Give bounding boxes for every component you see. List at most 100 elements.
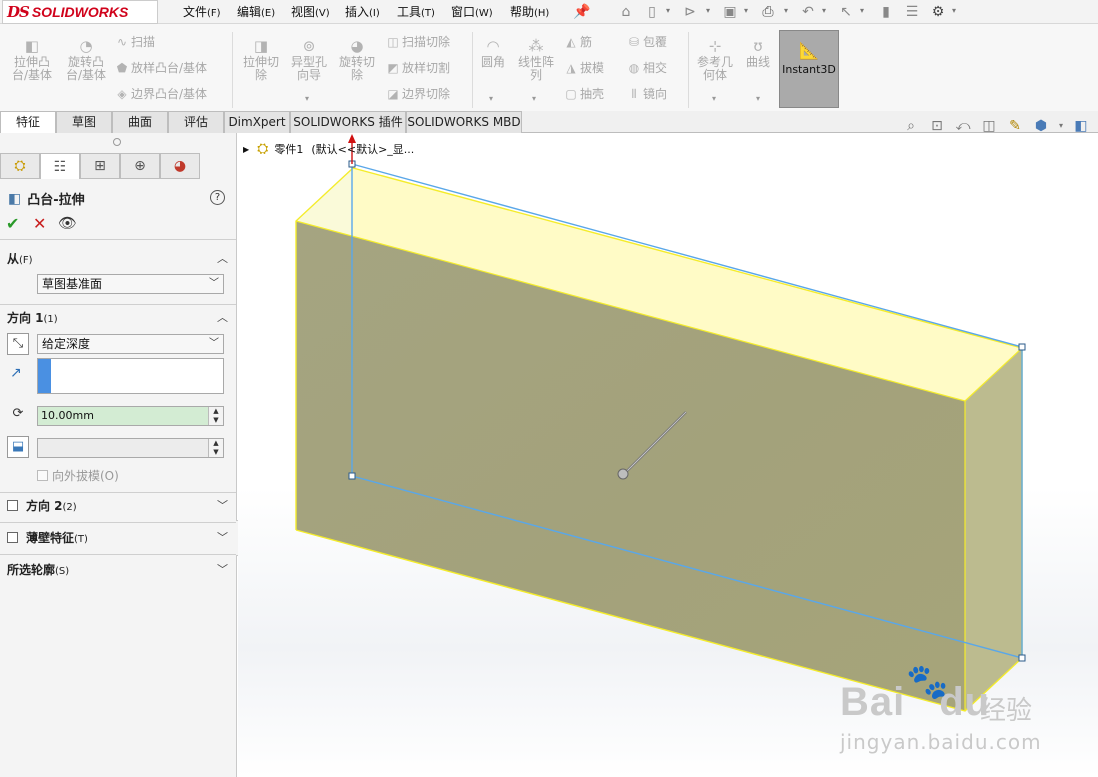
new-dropdown-icon[interactable]: ▾ xyxy=(666,6,670,15)
flyout-feature-tree[interactable]: ▶ ⛭ 零件1 (默认<<默认>_显... xyxy=(243,141,414,157)
preview-eye-icon[interactable]: 👁 xyxy=(58,214,77,232)
file-properties-icon[interactable]: ☰ xyxy=(902,2,922,22)
group-direction2-key: (2) xyxy=(62,502,77,513)
reference-geometry-dropdown-icon[interactable]: ▾ xyxy=(712,94,716,103)
intersect-button[interactable]: ◍ 相交 xyxy=(625,58,667,78)
home-icon[interactable]: ⌂ xyxy=(616,2,636,22)
options-gear-icon[interactable]: ⚙ xyxy=(928,2,948,22)
solidworks-logo[interactable]: DS SOLIDWORKS xyxy=(2,0,158,24)
group-contours-header[interactable]: 所选轮廓(S) ﹀ xyxy=(0,559,236,581)
print-icon[interactable]: ⎙ xyxy=(758,2,778,22)
boundary-boss-button[interactable]: ◈ 边界凸台/基体 xyxy=(113,84,207,104)
undo-icon[interactable]: ↶ xyxy=(798,2,818,22)
panel-grip-icon[interactable] xyxy=(113,138,121,146)
curves-button[interactable]: ʊ 曲线 xyxy=(738,28,778,69)
options-dropdown-icon[interactable]: ▾ xyxy=(952,6,956,15)
tab-addins[interactable]: SOLIDWORKS 插件 xyxy=(290,111,406,133)
tab-sketch[interactable]: 草图 xyxy=(56,111,112,133)
draft-toggle-icon[interactable]: ⬓ xyxy=(7,436,29,458)
dimxpert-manager-tab-icon[interactable]: ⊕ xyxy=(120,153,160,179)
group-direction1-header[interactable]: 方向 1(1) ︿ xyxy=(0,307,236,329)
extrude-cut-button[interactable]: ◨ 拉伸切除 xyxy=(236,28,286,82)
revolve-boss-button[interactable]: ◔ 旋转凸台/基体 xyxy=(61,28,111,82)
tab-dimxpert[interactable]: DimXpert xyxy=(224,111,290,133)
property-manager-tab-icon[interactable]: ☷ xyxy=(40,153,80,179)
depth-spinner[interactable]: ▲ ▼ xyxy=(208,407,223,425)
extrude-boss-button[interactable]: ◧ 拉伸凸台/基体 xyxy=(7,28,57,82)
draft-angle-input[interactable]: ▲ ▼ xyxy=(37,438,224,458)
pattern-dropdown-icon[interactable]: ▾ xyxy=(532,94,536,103)
group-from-label: 从 xyxy=(7,252,20,266)
sweep-cut-button[interactable]: ◫ 扫描切除 xyxy=(384,32,450,52)
menu-help[interactable]: 帮助(H) xyxy=(510,3,549,21)
reverse-direction-icon[interactable]: ⤡ xyxy=(7,333,29,355)
curves-dropdown-icon[interactable]: ▾ xyxy=(756,94,760,103)
help-icon[interactable]: ? xyxy=(210,190,225,205)
feature-manager-tab-icon[interactable]: ⛭ xyxy=(0,153,40,179)
extrude-boss-label: 拉伸凸台/基体 xyxy=(11,55,53,82)
loft-boss-button[interactable]: ⬟ 放样凸台/基体 xyxy=(113,58,207,78)
cancel-x-icon[interactable]: ✕ xyxy=(33,214,46,233)
from-start-condition-select[interactable]: 草图基准面 ﹀ xyxy=(37,274,224,294)
tab-evaluate[interactable]: 评估 xyxy=(168,111,224,133)
menu-view[interactable]: 视图(V) xyxy=(291,3,330,21)
open-folder-icon[interactable]: ⊳ xyxy=(680,2,700,22)
loft-cut-button[interactable]: ◩ 放样切割 xyxy=(384,58,450,78)
pin-icon[interactable]: 📌 xyxy=(572,2,592,22)
linear-pattern-button[interactable]: ⁂ 线性阵列 xyxy=(514,28,558,82)
rebuild-icon[interactable]: ▮ xyxy=(876,2,896,22)
undo-dropdown-icon[interactable]: ▾ xyxy=(822,6,826,15)
display-manager-tab-icon[interactable]: ◕ xyxy=(160,153,200,179)
group-thin-header[interactable]: 薄壁特征(T) ﹀ xyxy=(0,527,236,549)
reference-geometry-button[interactable]: ⊹ 参考几何体 xyxy=(692,28,738,82)
group-from-header[interactable]: 从(F) ︿ xyxy=(0,248,236,270)
box-right-face[interactable] xyxy=(965,348,1022,711)
tab-mbd[interactable]: SOLIDWORKS MBD xyxy=(406,111,522,133)
direction-selection-box[interactable] xyxy=(37,358,224,394)
chevron-down-icon: ﹀ xyxy=(217,531,228,544)
checkbox-icon[interactable] xyxy=(7,500,18,511)
tab-features[interactable]: 特征 xyxy=(0,111,56,134)
fillet-button[interactable]: ◠ 圆角 xyxy=(470,28,516,69)
ok-check-icon[interactable]: ✔ xyxy=(6,214,19,233)
sweep-button[interactable]: ∿ 扫描 xyxy=(113,32,155,52)
baidu-paw-icon: 🐾 xyxy=(906,662,949,702)
print-dropdown-icon[interactable]: ▾ xyxy=(784,6,788,15)
wrap-button[interactable]: ⛁ 包覆 xyxy=(625,32,667,52)
checkbox-icon[interactable] xyxy=(7,532,18,543)
shell-button[interactable]: ▢ 抽壳 xyxy=(562,84,604,104)
draft-outward-checkbox[interactable]: 向外拔模(O) xyxy=(37,467,119,484)
new-document-icon[interactable]: ▯ xyxy=(642,2,662,22)
tab-surfaces[interactable]: 曲面 xyxy=(112,111,168,133)
menu-tools[interactable]: 工具(T) xyxy=(397,3,435,21)
select-cursor-icon[interactable]: ↖ xyxy=(836,2,856,22)
end-condition-select[interactable]: 给定深度 ﹀ xyxy=(37,334,224,354)
boundary-cut-button[interactable]: ◪ 边界切除 xyxy=(384,84,450,104)
instant3d-button[interactable]: 📐 Instant3D xyxy=(779,30,839,108)
open-dropdown-icon[interactable]: ▾ xyxy=(706,6,710,15)
draft-button[interactable]: ◮ 拔模 xyxy=(562,58,604,78)
select-dropdown-icon[interactable]: ▾ xyxy=(860,6,864,15)
menu-window[interactable]: 窗口(W) xyxy=(451,3,493,21)
save-icon[interactable]: ▣ xyxy=(720,2,740,22)
extrude-cut-icon: ◨ xyxy=(253,37,269,55)
menu-insert[interactable]: 插入(I) xyxy=(345,3,380,21)
group-direction2-header[interactable]: 方向 2(2) ﹀ xyxy=(0,495,236,517)
save-dropdown-icon[interactable]: ▾ xyxy=(744,6,748,15)
sketch-vertex-handle[interactable] xyxy=(1018,343,1026,351)
expand-arrow-icon[interactable]: ▶ xyxy=(243,145,249,154)
draft-angle-spinner[interactable]: ▲ ▼ xyxy=(208,439,223,457)
hole-wizard-button[interactable]: ⊚ 异型孔向导 xyxy=(284,28,334,82)
configuration-manager-tab-icon[interactable]: ⊞ xyxy=(80,153,120,179)
menu-file[interactable]: 文件(F) xyxy=(183,3,221,21)
hole-wizard-dropdown-icon[interactable]: ▾ xyxy=(305,94,309,103)
extrude-handle-knob[interactable] xyxy=(617,468,629,480)
sketch-vertex-handle[interactable] xyxy=(348,472,356,480)
revolve-cut-button[interactable]: ◕ 旋转切除 xyxy=(332,28,382,82)
fillet-dropdown-icon[interactable]: ▾ xyxy=(489,94,493,103)
menu-edit[interactable]: 编辑(E) xyxy=(237,3,275,21)
mirror-button[interactable]: ⫴ 镜向 xyxy=(625,84,667,104)
group-from-key: (F) xyxy=(19,255,33,266)
depth-input[interactable]: 10.00mm ▲ ▼ xyxy=(37,406,224,426)
rib-button[interactable]: ◭ 筋 xyxy=(562,32,592,52)
